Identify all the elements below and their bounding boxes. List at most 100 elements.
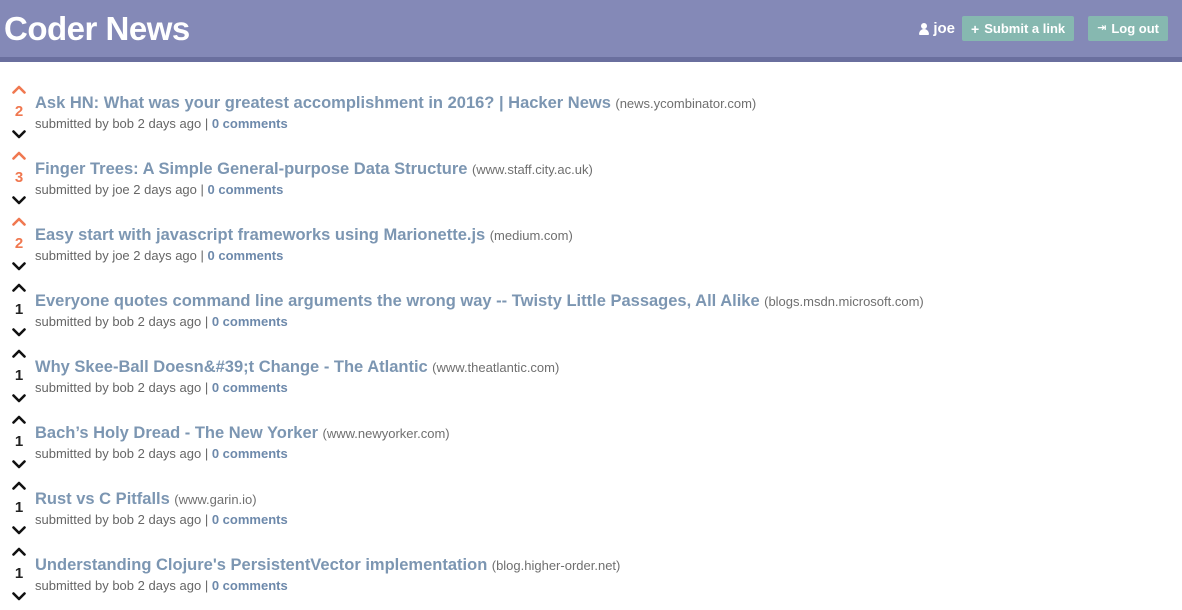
downvote-arrow-icon[interactable] (12, 262, 26, 271)
vote-box: 1 (9, 478, 29, 540)
submitted-by-text: submitted by bob 2 days ago | (35, 578, 209, 593)
post-meta: submitted by bob 2 days ago | 0 comments (35, 115, 288, 133)
logout-button[interactable]: ⇥ Log out (1088, 16, 1168, 41)
downvote-arrow-icon[interactable] (12, 394, 26, 403)
submitted-by-text: submitted by bob 2 days ago | (35, 512, 209, 527)
submitted-by-text: submitted by joe 2 days ago | (35, 182, 204, 197)
vote-box: 1 (9, 544, 29, 606)
post-list: 2 Ask HN: What was your greatest accompl… (0, 82, 1182, 610)
list-item: 1 Understanding Clojure's PersistentVect… (0, 544, 1182, 610)
post-domain: (blogs.msdn.microsoft.com) (764, 294, 924, 309)
downvote-arrow-icon[interactable] (12, 460, 26, 469)
post-title-line: Ask HN: What was your greatest accomplis… (35, 92, 756, 115)
user-icon (919, 22, 930, 35)
username-label: joe (933, 20, 956, 37)
post-meta: submitted by joe 2 days ago | 0 comments (35, 181, 283, 199)
vote-box: 3 (9, 148, 29, 210)
score: 2 (14, 235, 24, 252)
list-item: 1 Everyone quotes command line arguments… (0, 280, 1182, 346)
vote-box: 1 (9, 412, 29, 474)
post-title-line: Understanding Clojure's PersistentVector… (35, 554, 620, 577)
post-title-line: Rust vs C Pitfalls (www.garin.io) (35, 488, 257, 511)
post-meta: submitted by joe 2 days ago | 0 comments (35, 247, 283, 265)
upvote-arrow-icon[interactable] (12, 85, 26, 94)
submitted-by-text: submitted by joe 2 days ago | (35, 248, 204, 263)
upvote-arrow-icon[interactable] (12, 481, 26, 490)
upvote-arrow-icon[interactable] (12, 349, 26, 358)
downvote-arrow-icon[interactable] (12, 592, 26, 601)
post-domain: (blog.higher-order.net) (491, 558, 621, 573)
user-nav: joe + Submit a link ⇥ Log out (919, 16, 1168, 41)
score: 1 (14, 433, 24, 450)
comments-link[interactable]: 0 comments (212, 512, 288, 527)
downvote-arrow-icon[interactable] (12, 526, 26, 535)
downvote-arrow-icon[interactable] (12, 130, 26, 139)
post-meta: submitted by bob 2 days ago | 0 comments (35, 445, 288, 463)
score: 3 (14, 169, 24, 186)
submitted-by-text: submitted by bob 2 days ago | (35, 314, 209, 329)
vote-box: 2 (9, 214, 29, 276)
post-meta: submitted by bob 2 days ago | 0 comments (35, 511, 288, 529)
downvote-arrow-icon[interactable] (12, 328, 26, 337)
submit-link-button[interactable]: + Submit a link (962, 16, 1075, 41)
comments-link[interactable]: 0 comments (208, 182, 284, 197)
post-domain: (medium.com) (489, 228, 573, 243)
list-item: 1 Why Skee-Ball Doesn&#39;t Change - The… (0, 346, 1182, 412)
upvote-arrow-icon[interactable] (12, 547, 26, 556)
post-title-link[interactable]: Why Skee-Ball Doesn&#39;t Change - The A… (35, 358, 428, 376)
comments-link[interactable]: 0 comments (212, 446, 288, 461)
post-title-link[interactable]: Finger Trees: A Simple General-purpose D… (35, 160, 467, 178)
upvote-arrow-icon[interactable] (12, 415, 26, 424)
score: 1 (14, 301, 24, 318)
post-meta: submitted by bob 2 days ago | 0 comments (35, 379, 288, 397)
current-user[interactable]: joe (919, 20, 955, 37)
post-title-link[interactable]: Bach’s Holy Dread - The New Yorker (35, 424, 318, 442)
list-item: 1 Bach’s Holy Dread - The New Yorker (ww… (0, 412, 1182, 478)
post-title-line: Why Skee-Ball Doesn&#39;t Change - The A… (35, 356, 559, 379)
list-item: 2 Easy start with javascript frameworks … (0, 214, 1182, 280)
post-title-link[interactable]: Ask HN: What was your greatest accomplis… (35, 94, 611, 112)
score: 1 (14, 367, 24, 384)
post-title-line: Finger Trees: A Simple General-purpose D… (35, 158, 593, 181)
post-title-line: Easy start with javascript frameworks us… (35, 224, 573, 247)
list-item: 3 Finger Trees: A Simple General-purpose… (0, 148, 1182, 214)
site-brand[interactable]: Coder News (4, 9, 190, 49)
top-navbar: Coder News joe + Submit a link ⇥ Log out (0, 0, 1182, 62)
upvote-arrow-icon[interactable] (12, 151, 26, 160)
submitted-by-text: submitted by bob 2 days ago | (35, 446, 209, 461)
list-item: 1 Rust vs C Pitfalls (www.garin.io) subm… (0, 478, 1182, 544)
comments-link[interactable]: 0 comments (212, 116, 288, 131)
post-title-link[interactable]: Easy start with javascript frameworks us… (35, 226, 485, 244)
post-title-link[interactable]: Understanding Clojure's PersistentVector… (35, 556, 487, 574)
submitted-by-text: submitted by bob 2 days ago | (35, 380, 209, 395)
post-domain: (www.newyorker.com) (322, 426, 450, 441)
plus-icon: + (971, 20, 980, 37)
score: 1 (14, 499, 24, 516)
post-domain: (www.theatlantic.com) (432, 360, 560, 375)
post-meta: submitted by bob 2 days ago | 0 comments (35, 313, 288, 331)
comments-link[interactable]: 0 comments (212, 578, 288, 593)
logout-icon: ⇥ (1097, 22, 1107, 34)
submitted-by-text: submitted by bob 2 days ago | (35, 116, 209, 131)
post-title-link[interactable]: Everyone quotes command line arguments t… (35, 292, 760, 310)
post-domain: (www.garin.io) (174, 492, 257, 507)
post-meta: submitted by bob 2 days ago | 0 comments (35, 577, 288, 595)
logout-label: Log out (1111, 21, 1159, 36)
comments-link[interactable]: 0 comments (212, 314, 288, 329)
downvote-arrow-icon[interactable] (12, 196, 26, 205)
post-domain: (news.ycombinator.com) (615, 96, 757, 111)
post-title-line: Bach’s Holy Dread - The New Yorker (www.… (35, 422, 450, 445)
comments-link[interactable]: 0 comments (212, 380, 288, 395)
vote-box: 1 (9, 346, 29, 408)
post-title-line: Everyone quotes command line arguments t… (35, 290, 924, 313)
post-title-link[interactable]: Rust vs C Pitfalls (35, 490, 170, 508)
comments-link[interactable]: 0 comments (208, 248, 284, 263)
vote-box: 1 (9, 280, 29, 342)
post-domain: (www.staff.city.ac.uk) (471, 162, 593, 177)
list-item: 2 Ask HN: What was your greatest accompl… (0, 82, 1182, 148)
score: 1 (14, 565, 24, 582)
upvote-arrow-icon[interactable] (12, 217, 26, 226)
score: 2 (14, 103, 24, 120)
vote-box: 2 (9, 82, 29, 144)
upvote-arrow-icon[interactable] (12, 283, 26, 292)
